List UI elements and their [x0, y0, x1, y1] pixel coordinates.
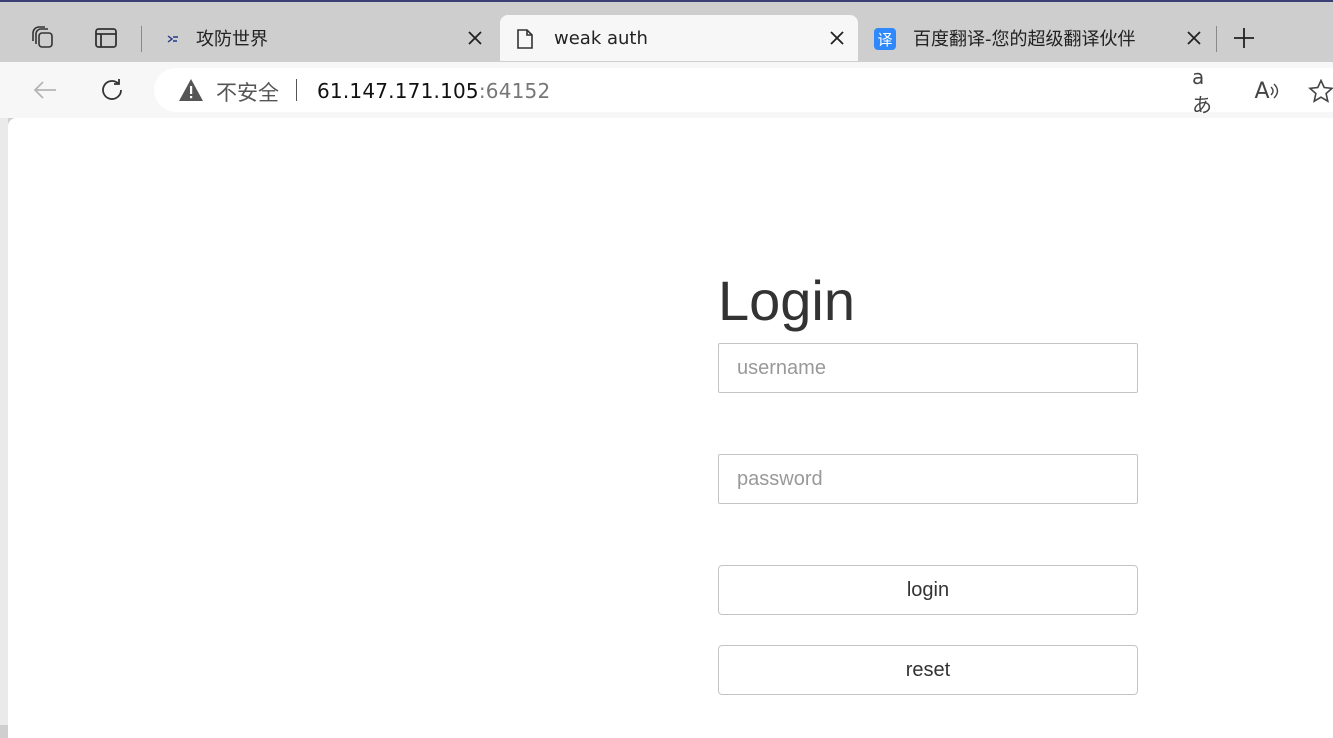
- favorite-button[interactable]: [1306, 78, 1333, 104]
- workspaces-icon: [32, 26, 53, 48]
- refresh-icon: [102, 79, 122, 100]
- close-icon: [830, 31, 844, 45]
- address-bar[interactable]: 不安全 61.147.171.105:64152 aあ A: [154, 65, 1333, 117]
- translate-page-button[interactable]: aあ: [1192, 65, 1222, 117]
- password-input[interactable]: [718, 454, 1138, 504]
- refresh-button[interactable]: [94, 72, 130, 108]
- tab-title: weak auth: [554, 27, 648, 49]
- tab-title: 攻防世界: [196, 29, 268, 50]
- warning-icon: [178, 78, 204, 107]
- back-button[interactable]: [27, 72, 63, 108]
- url-host: 61.147.171.105: [317, 79, 479, 103]
- workspaces-button[interactable]: [26, 21, 60, 55]
- new-tab-button[interactable]: [1227, 21, 1261, 55]
- sidebar-edge: [0, 118, 8, 725]
- tab-xctf[interactable]: 攻防世界: [148, 15, 496, 61]
- page-icon: [514, 28, 536, 50]
- read-aloud-icon: A: [1254, 79, 1279, 104]
- vertical-tabs-icon: [95, 28, 117, 48]
- browser-toolbar: 不安全 61.147.171.105:64152 aあ A: [0, 62, 1333, 118]
- close-tab-button[interactable]: [464, 27, 486, 49]
- plus-icon: [1234, 28, 1254, 48]
- close-icon: [1187, 31, 1201, 45]
- read-aloud-letter: A: [1254, 78, 1270, 104]
- reset-button[interactable]: reset: [718, 645, 1138, 695]
- tab-separator: [1216, 26, 1217, 52]
- close-tab-button[interactable]: [826, 27, 848, 49]
- read-aloud-button[interactable]: A: [1252, 78, 1282, 104]
- tab-title: 百度翻译-您的超级翻译伙伴: [913, 29, 1136, 50]
- url-text[interactable]: 61.147.171.105:64152: [317, 79, 550, 103]
- address-separator: [296, 79, 297, 101]
- translate-icon: 译: [874, 28, 896, 50]
- username-input[interactable]: [718, 343, 1138, 393]
- url-port: :64152: [478, 79, 551, 103]
- tab-separator: [141, 26, 142, 52]
- translate-favicon-text: 译: [877, 30, 893, 49]
- xctf-logo-icon: [162, 28, 184, 50]
- login-heading: Login: [718, 269, 856, 332]
- tab-strip: 攻防世界 weak auth 译 百度翻译-您的超级翻译伙伴: [0, 2, 1333, 64]
- tab-actions-button[interactable]: [89, 21, 123, 55]
- login-button[interactable]: login: [718, 565, 1138, 615]
- close-tab-button[interactable]: [1183, 27, 1205, 49]
- security-label[interactable]: 不安全: [216, 77, 279, 107]
- tab-baidu-translate[interactable]: 译 百度翻译-您的超级翻译伙伴: [861, 15, 1213, 61]
- tab-weak-auth[interactable]: weak auth: [500, 15, 858, 61]
- close-icon: [468, 31, 482, 45]
- translate-page-icon: aあ: [1192, 64, 1212, 117]
- star-icon: [1308, 79, 1333, 103]
- back-arrow-icon: [33, 81, 56, 99]
